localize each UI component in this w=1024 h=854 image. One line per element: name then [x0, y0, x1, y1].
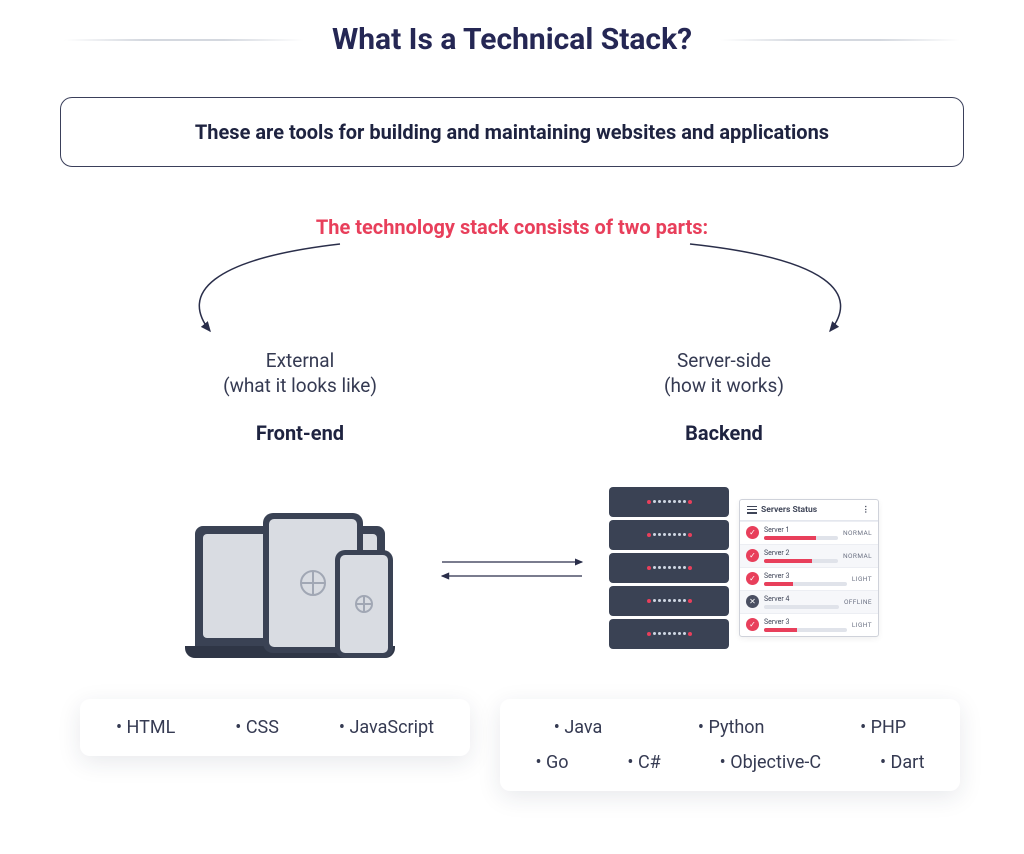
phone-icon: [335, 550, 393, 658]
server-unit-icon: [609, 553, 729, 583]
title-row: What Is a Technical Stack?: [0, 22, 1024, 57]
backend-tech-card: Java Python PHP Go C# Objective-C Dart: [500, 699, 960, 791]
backend-illustration: Servers Status ⋮ ✓ Server 1 NORMAL ✓ Server …: [609, 473, 909, 663]
server-name: Server 4: [764, 595, 839, 603]
server-status-row: ✓ Server 3 LIGHT: [740, 567, 878, 590]
decorative-rule-left: [64, 39, 304, 41]
server-unit-icon: [609, 586, 729, 616]
x-icon: ✕: [746, 595, 759, 608]
frontend-heading: Front-end: [120, 421, 480, 445]
frontend-tech-list: HTML CSS JavaScript: [106, 717, 444, 738]
description-box: These are tools for building and maintai…: [60, 97, 964, 167]
server-unit-icon: [609, 619, 729, 649]
tech-chip: Java: [554, 717, 603, 738]
check-icon: ✓: [746, 549, 759, 562]
tech-chip: CSS: [235, 717, 279, 738]
frontend-tech-card: HTML CSS JavaScript: [80, 699, 470, 756]
server-unit-icon: [609, 487, 729, 517]
server-status-row: ✕ Server 4 OFFLINE: [740, 590, 878, 613]
tech-chip: HTML: [116, 717, 175, 738]
server-status-row: ✓ Server 3 LIGHT: [740, 613, 878, 636]
menu-icon: [747, 506, 757, 514]
backend-tech-list-2: Go C# Objective-C Dart: [526, 752, 934, 773]
backend-column-header: Server-side (how it works) Backend: [544, 349, 904, 445]
server-status-tag: LIGHT: [852, 575, 872, 583]
server-status-tag: LIGHT: [852, 621, 872, 629]
server-status-row: ✓ Server 1 NORMAL: [740, 521, 878, 544]
subtitle: The technology stack consists of two par…: [0, 215, 1024, 239]
server-status-tag: NORMAL: [843, 529, 872, 537]
bidirectional-arrows-icon: [415, 548, 609, 588]
branch-arrows: [0, 239, 1024, 349]
server-name: Server 3: [764, 572, 847, 580]
server-meter: Server 3: [764, 618, 847, 632]
server-status-tag: NORMAL: [843, 552, 872, 560]
tech-chip: Go: [535, 752, 568, 773]
server-meter: Server 4: [764, 595, 839, 609]
frontend-column-header: External (what it looks like) Front-end: [120, 349, 480, 445]
server-unit-icon: [609, 520, 729, 550]
backend-tech-list-1: Java Python PHP: [526, 717, 934, 738]
server-status-header: Servers Status ⋮: [740, 500, 878, 521]
frontend-illustration: [185, 478, 415, 658]
decorative-rule-right: [720, 39, 960, 41]
check-icon: ✓: [746, 526, 759, 539]
tech-chip: JavaScript: [339, 717, 434, 738]
server-meter: Server 3: [764, 572, 847, 586]
tech-chip: PHP: [860, 717, 906, 738]
server-rack-icon: [609, 487, 729, 649]
check-icon: ✓: [746, 572, 759, 585]
frontend-sub-line1: External: [120, 349, 480, 372]
check-icon: ✓: [746, 618, 759, 631]
description-text: These are tools for building and maintai…: [195, 120, 829, 144]
server-name: Server 1: [764, 526, 838, 534]
branch-columns: External (what it looks like) Front-end …: [0, 349, 1024, 445]
more-icon: ⋮: [862, 505, 872, 515]
frontend-sub-line2: (what it looks like): [120, 374, 480, 397]
server-status-panel: Servers Status ⋮ ✓ Server 1 NORMAL ✓ Server …: [739, 499, 879, 637]
illustration-row: Servers Status ⋮ ✓ Server 1 NORMAL ✓ Server …: [0, 445, 1024, 665]
server-status-title: Servers Status: [761, 505, 817, 515]
page-title: What Is a Technical Stack?: [332, 22, 692, 57]
server-meter: Server 2: [764, 549, 838, 563]
tech-chip: C#: [627, 752, 660, 773]
backend-heading: Backend: [544, 421, 904, 445]
tech-chip: Dart: [880, 752, 925, 773]
globe-icon: [300, 570, 326, 596]
server-name: Server 2: [764, 549, 838, 557]
backend-sub-line1: Server-side: [544, 349, 904, 372]
tech-chip: Objective-C: [720, 752, 821, 773]
globe-icon: [355, 595, 373, 613]
server-name: Server 3: [764, 618, 847, 626]
tech-chip: Python: [698, 717, 765, 738]
server-meter: Server 1: [764, 526, 838, 540]
backend-sub-line2: (how it works): [544, 374, 904, 397]
server-status-tag: OFFLINE: [844, 598, 872, 606]
server-status-row: ✓ Server 2 NORMAL: [740, 544, 878, 567]
branch-arrow-svg: [0, 239, 1024, 349]
tech-chips-row: HTML CSS JavaScript Java Python PHP Go C# Obje…: [0, 665, 1024, 791]
